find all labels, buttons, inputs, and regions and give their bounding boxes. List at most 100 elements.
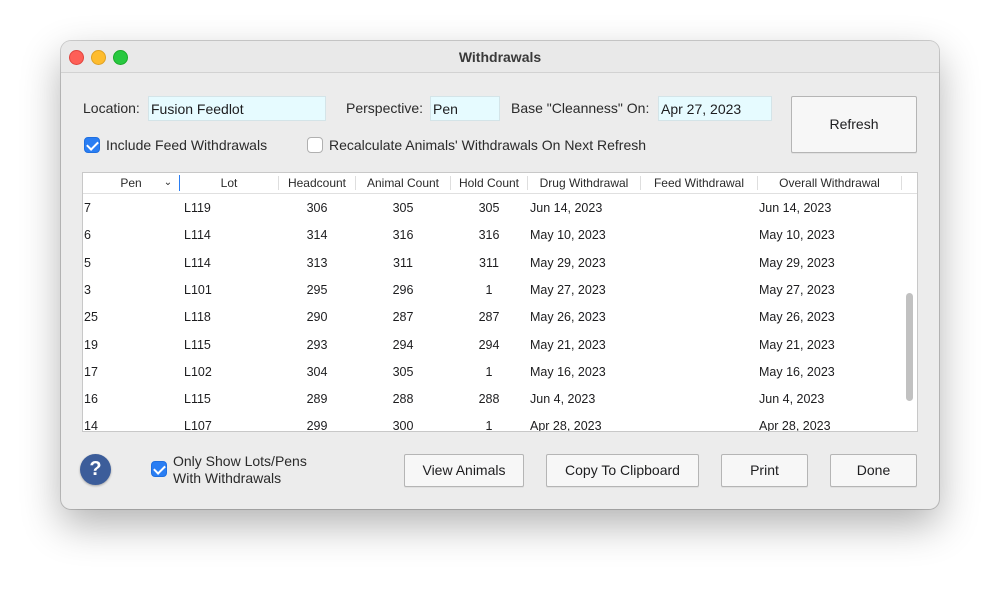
cell-pen: 7: [84, 201, 91, 215]
recalculate-checkbox[interactable]: [307, 137, 323, 153]
cell-pen: 5: [84, 255, 91, 270]
cell-overall-withdrawal: May 21, 2023: [759, 337, 835, 352]
cell-headcount: 304: [306, 364, 328, 379]
cell-headcount: 313: [306, 255, 328, 270]
cell-pen: 17: [84, 364, 98, 379]
cell-animal-count: 305: [392, 364, 414, 379]
cell-hold-count: 311: [479, 255, 499, 270]
only-show-label: Only Show Lots/Pens With Withdrawals: [173, 453, 307, 487]
chevron-down-icon[interactable]: ⌄: [162, 177, 174, 188]
cell-drug-withdrawal: May 21, 2023: [530, 337, 606, 352]
table-row[interactable]: 17 L102 304 305 1 May 16, 2023 May 16, 2023: [83, 359, 903, 386]
cell-drug-withdrawal: Apr 28, 2023: [530, 419, 602, 432]
cell-headcount: 293: [306, 337, 328, 352]
cell-hold-count: 1: [485, 419, 493, 432]
table-row[interactable]: 6 L114 314 316 316 May 10, 2023 May 10, 2023: [83, 222, 903, 249]
cell-lot: L101: [184, 282, 212, 297]
table-row[interactable]: 7 L119 306 305 305 Jun 14, 2023 Jun 14, 2023: [83, 195, 903, 222]
cell-headcount: 299: [306, 419, 328, 432]
cell-overall-withdrawal: May 27, 2023: [759, 282, 835, 297]
column-header-hold-count[interactable]: Hold Count: [451, 176, 527, 190]
cell-hold-count: 287: [478, 310, 500, 325]
cell-hold-count: 288: [478, 392, 500, 407]
cell-animal-count: 294: [392, 337, 414, 352]
view-animals-button[interactable]: View Animals: [404, 454, 524, 487]
table-row[interactable]: 16 L115 289 288 288 Jun 4, 2023 Jun 4, 2023: [83, 386, 903, 413]
include-feed-checkbox[interactable]: [84, 137, 100, 153]
only-show-label-line-2: With Withdrawals: [173, 470, 282, 486]
column-header-animal-count[interactable]: Animal Count: [356, 176, 450, 190]
cleanness-label: Base "Cleanness" On:: [511, 100, 650, 116]
column-header-drug-withdrawal[interactable]: Drug Withdrawal: [528, 176, 640, 190]
cell-drug-withdrawal: Jun 4, 2023: [530, 392, 596, 407]
cell-animal-count: 316: [392, 228, 414, 243]
title-bar[interactable]: Withdrawals: [61, 41, 939, 73]
cell-lot: L115: [184, 392, 211, 407]
withdrawals-window: Withdrawals Location: Fusion Feedlot Per…: [61, 41, 939, 509]
perspective-field[interactable]: Pen: [430, 96, 500, 121]
cell-drug-withdrawal: May 29, 2023: [530, 255, 606, 270]
cell-drug-withdrawal: May 27, 2023: [530, 282, 606, 297]
print-button[interactable]: Print: [721, 454, 808, 487]
cell-overall-withdrawal: Apr 28, 2023: [759, 419, 831, 432]
only-show-label-line-1: Only Show Lots/Pens: [173, 453, 307, 469]
cell-drug-withdrawal: May 16, 2023: [530, 364, 606, 379]
cell-drug-withdrawal: Jun 14, 2023: [530, 201, 603, 215]
cell-overall-withdrawal: Jun 14, 2023: [759, 201, 832, 215]
recalculate-label: Recalculate Animals' Withdrawals On Next…: [329, 137, 647, 153]
cell-lot: L107: [184, 419, 212, 432]
cell-hold-count: 316: [478, 228, 500, 243]
table-row[interactable]: 3 L101 295 296 1 May 27, 2023 May 27, 2023: [83, 277, 903, 304]
cell-animal-count: 305: [392, 201, 414, 215]
withdrawals-table[interactable]: Pen ⌄ Lot Headcount Animal Count Hold Co…: [82, 172, 918, 432]
only-show-checkbox[interactable]: [151, 461, 167, 477]
cell-pen: 19: [84, 337, 98, 352]
table-row[interactable]: 5 L114 313 311 311 May 29, 2023 May 29, 2023: [83, 250, 903, 277]
location-field[interactable]: Fusion Feedlot: [148, 96, 326, 121]
cleanness-date-field[interactable]: Apr 27, 2023: [658, 96, 772, 121]
cell-headcount: 306: [306, 201, 328, 215]
cell-headcount: 295: [306, 282, 328, 297]
cell-lot: L114: [184, 255, 211, 270]
cell-lot: L119: [184, 201, 211, 215]
help-icon[interactable]: ?: [80, 454, 111, 485]
cell-overall-withdrawal: May 16, 2023: [759, 364, 835, 379]
cell-hold-count: 1: [485, 282, 493, 297]
cell-headcount: 314: [306, 228, 328, 243]
refresh-button[interactable]: Refresh: [791, 96, 917, 153]
table-header: Pen ⌄ Lot Headcount Animal Count Hold Co…: [83, 173, 917, 194]
cell-overall-withdrawal: May 26, 2023: [759, 310, 835, 325]
cell-lot: L102: [184, 364, 212, 379]
column-header-overall-withdrawal[interactable]: Overall Withdrawal: [758, 176, 901, 190]
column-header-lot[interactable]: Lot: [180, 176, 278, 190]
copy-to-clipboard-button[interactable]: Copy To Clipboard: [546, 454, 699, 487]
cell-overall-withdrawal: May 10, 2023: [759, 228, 835, 243]
cell-headcount: 290: [306, 310, 328, 325]
cell-hold-count: 294: [478, 337, 500, 352]
cell-pen: 14: [84, 419, 98, 432]
cell-animal-count: 311: [393, 255, 413, 270]
column-header-feed-withdrawal[interactable]: Feed Withdrawal: [641, 176, 757, 190]
cell-lot: L114: [184, 228, 211, 243]
cell-overall-withdrawal: May 29, 2023: [759, 255, 835, 270]
cell-lot: L118: [184, 310, 211, 325]
cell-pen: 3: [84, 282, 91, 297]
cell-hold-count: 305: [478, 201, 500, 215]
cell-headcount: 289: [306, 392, 328, 407]
vertical-scrollbar-thumb[interactable]: [906, 293, 913, 401]
table-row[interactable]: 19 L115 293 294 294 May 21, 2023 May 21, 2023: [83, 332, 903, 359]
cell-animal-count: 288: [392, 392, 414, 407]
cell-pen: 16: [84, 392, 98, 407]
cell-overall-withdrawal: Jun 4, 2023: [759, 392, 825, 407]
cell-pen: 6: [84, 228, 91, 243]
cell-drug-withdrawal: May 26, 2023: [530, 310, 606, 325]
done-button[interactable]: Done: [830, 454, 917, 487]
window-title: Withdrawals: [458, 49, 542, 65]
location-label: Location:: [83, 100, 140, 116]
cell-drug-withdrawal: May 10, 2023: [530, 228, 606, 243]
column-header-headcount[interactable]: Headcount: [279, 176, 355, 190]
table-row[interactable]: 25 L118 290 287 287 May 26, 2023 May 26, 2023: [83, 304, 903, 331]
table-row[interactable]: 14 L107 299 300 1 Apr 28, 2023 Apr 28, 2023: [83, 413, 903, 432]
include-feed-label: Include Feed Withdrawals: [106, 137, 268, 153]
cell-lot: L115: [184, 337, 211, 352]
